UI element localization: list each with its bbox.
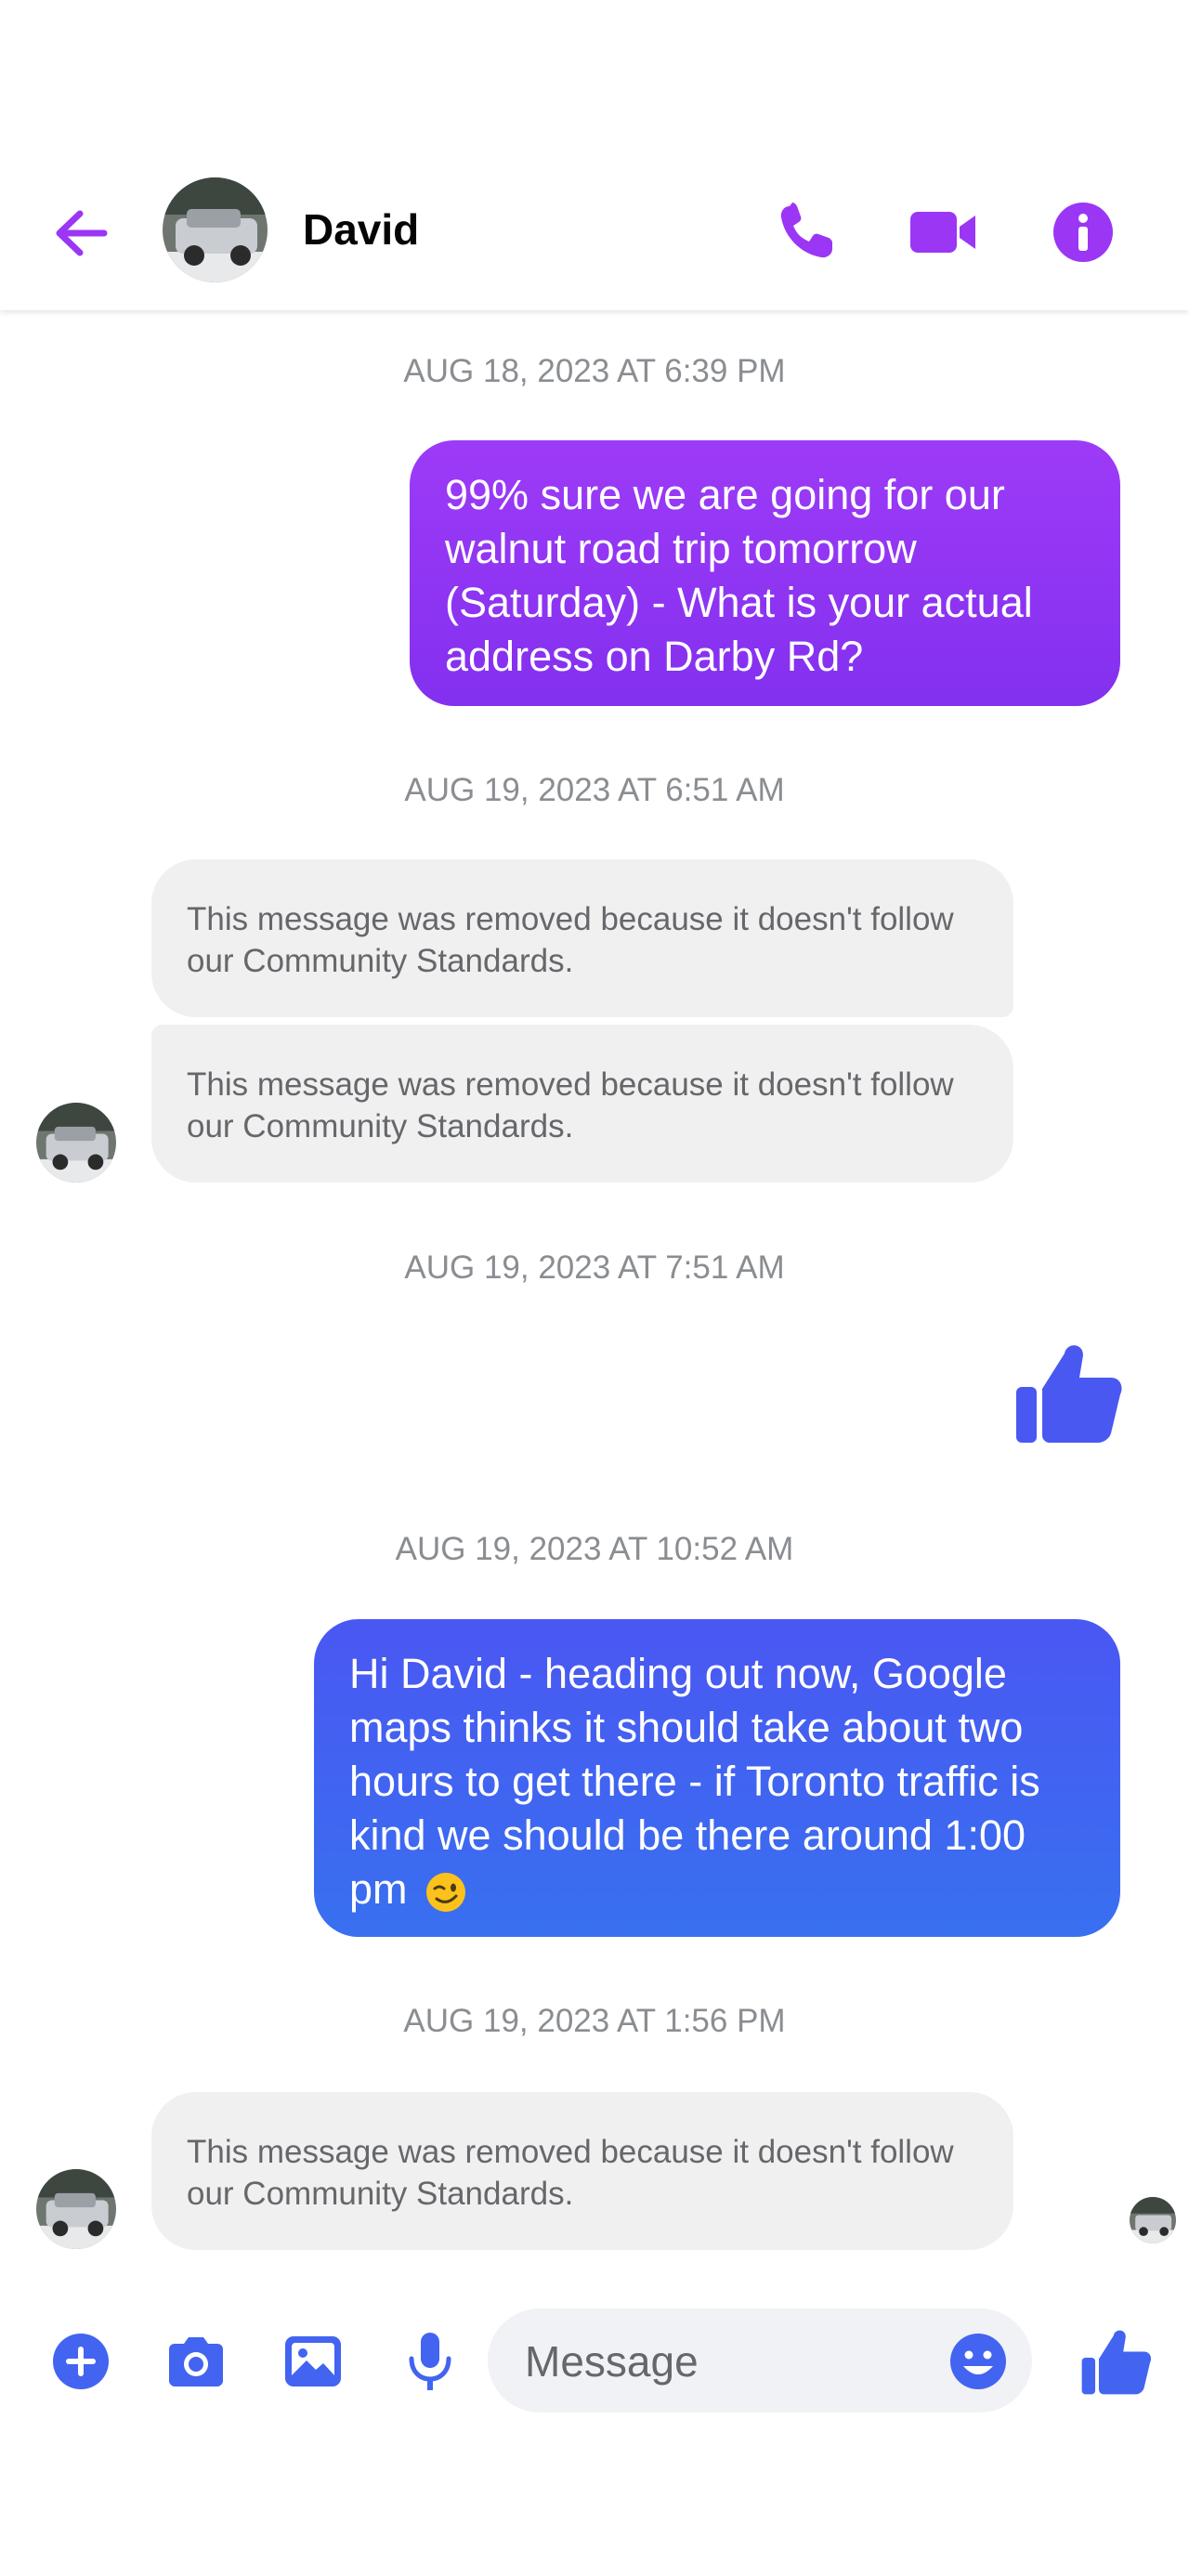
removed-message[interactable]: This message was removed because it does…	[151, 2092, 1013, 2250]
timestamp: AUG 19, 2023 AT 7:51 AM	[404, 1249, 785, 1286]
phone-icon[interactable]	[769, 195, 843, 269]
contact-avatar[interactable]	[36, 1103, 116, 1183]
seen-receipt-avatar	[1130, 2197, 1176, 2243]
thumbs-up-icon[interactable]	[1079, 2322, 1154, 2397]
message-text: This message was removed because it does…	[187, 2134, 954, 2212]
winking-face-icon	[425, 1871, 467, 1914]
gallery-icon[interactable]	[281, 2329, 346, 2394]
conversation-header: David	[0, 0, 1189, 310]
contact-avatar[interactable]	[36, 2169, 116, 2249]
removed-message[interactable]: This message was removed because it does…	[151, 859, 1013, 1017]
message-text: This message was removed because it does…	[187, 901, 954, 979]
message-placeholder: Message	[525, 2337, 699, 2386]
message-text: 99% sure we are going for our walnut roa…	[445, 471, 1033, 680]
outgoing-message[interactable]: 99% sure we are going for our walnut roa…	[410, 440, 1120, 706]
emoji-icon[interactable]	[947, 2331, 1009, 2392]
removed-message[interactable]: This message was removed because it does…	[151, 1025, 1013, 1183]
camera-icon[interactable]	[163, 2329, 229, 2394]
timestamp: AUG 19, 2023 AT 6:51 AM	[404, 772, 785, 808]
thumbs-up-icon[interactable]	[1013, 1333, 1126, 1446]
contact-avatar[interactable]	[163, 177, 268, 282]
video-camera-icon[interactable]	[907, 195, 981, 269]
plus-icon[interactable]	[48, 2329, 113, 2394]
message-input[interactable]: Message	[488, 2308, 1032, 2413]
microphone-icon[interactable]	[398, 2329, 463, 2394]
contact-name[interactable]: David	[303, 204, 419, 255]
timestamp: AUG 19, 2023 AT 1:56 PM	[403, 2003, 786, 2039]
info-icon[interactable]	[1046, 195, 1120, 269]
arrow-left-icon[interactable]	[48, 201, 113, 266]
timestamp: AUG 18, 2023 AT 6:39 PM	[403, 353, 786, 389]
message-text: This message was removed because it does…	[187, 1066, 954, 1144]
timestamp: AUG 19, 2023 AT 10:52 AM	[395, 1531, 794, 1567]
outgoing-message[interactable]: Hi David - heading out now, Google maps …	[314, 1619, 1120, 1937]
